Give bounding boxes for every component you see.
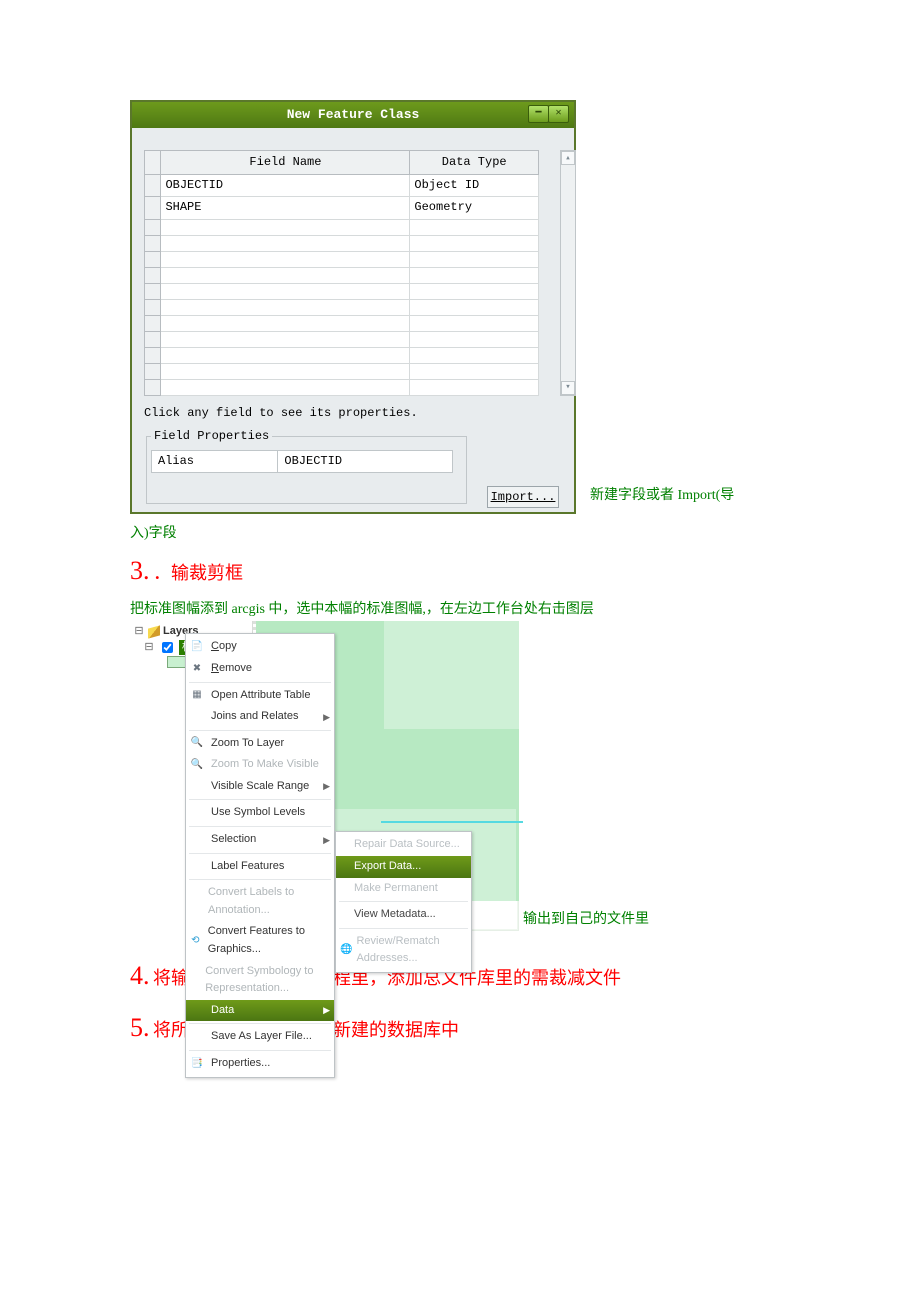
- menu-zoom-make-visible-disabled: 🔍Zoom To Make Visible: [186, 754, 334, 776]
- submenu-export-data[interactable]: Export Data...: [336, 856, 471, 878]
- chevron-right-icon: ▶: [323, 1003, 330, 1017]
- arc-map-context-menu-figure: ⊟ Layers ⊟ 标准图幅 📄Copy ✖Remove ▦Open Attr…: [130, 621, 519, 931]
- fields-grid[interactable]: Field Name Data Type OBJECTID Object ID …: [144, 150, 562, 396]
- dialog-body: Field Name Data Type OBJECTID Object ID …: [132, 128, 574, 512]
- dialog-titlebar: New Feature Class ━ ✕: [132, 102, 574, 128]
- prop-value[interactable]: OBJECTID: [278, 450, 453, 472]
- scroll-up-arrow-icon[interactable]: ▴: [561, 151, 575, 165]
- symbology-swatch[interactable]: [167, 656, 187, 668]
- menu-joins-relates[interactable]: Joins and Relates▶: [186, 706, 334, 728]
- menu-label-features[interactable]: Label Features: [186, 856, 334, 878]
- copy-icon: 📄: [189, 640, 205, 654]
- grid-scrollbar[interactable]: ▴ ▾: [560, 150, 576, 396]
- field-properties-group: Field Properties Alias OBJECTID: [146, 427, 467, 504]
- menu-convert-symbology-disabled: Convert Symbology to Representation...: [186, 961, 334, 1000]
- properties-icon: 📑: [189, 1057, 205, 1071]
- map-selected-feature: [381, 821, 523, 823]
- new-feature-class-dialog: New Feature Class ━ ✕ Field Name Data Ty…: [130, 100, 576, 514]
- step-number: 3.: [130, 556, 150, 585]
- step-title: ．输裁剪框: [153, 563, 243, 583]
- chevron-right-icon: ▶: [323, 779, 330, 793]
- window-controls: ━ ✕: [529, 105, 569, 123]
- field-name-cell[interactable]: SHAPE: [161, 197, 410, 219]
- menu-convert-labels-disabled: Convert Labels to Annotation...: [186, 882, 334, 921]
- col-field-name: Field Name: [161, 151, 410, 175]
- prop-key: Alias: [152, 450, 278, 472]
- step-3-heading: 3. ．输裁剪框: [130, 550, 790, 592]
- menu-save-as-layer-file[interactable]: Save As Layer File...: [186, 1026, 334, 1048]
- step-number: 4.: [130, 961, 150, 990]
- submenu-review-rematch-disabled: 🌐 Review/Rematch Addresses...: [336, 931, 471, 970]
- data-submenu[interactable]: Repair Data Source... Export Data... Mak…: [335, 831, 472, 973]
- col-data-type: Data Type: [410, 151, 539, 175]
- figure-dialog-wrap: New Feature Class ━ ✕ Field Name Data Ty…: [130, 100, 790, 514]
- chevron-right-icon: ▶: [323, 710, 330, 724]
- field-type-cell[interactable]: Object ID: [410, 175, 539, 197]
- minimize-button[interactable]: ━: [528, 105, 549, 123]
- menu-remove[interactable]: ✖Remove: [186, 658, 334, 680]
- click-hint-label: Click any field to see its properties.: [144, 404, 562, 423]
- zoom-icon: 🔍: [189, 736, 205, 750]
- menu-visible-scale-range[interactable]: Visible Scale Range▶: [186, 776, 334, 798]
- dialog-title: New Feature Class: [287, 105, 420, 126]
- field-properties-legend: Field Properties: [151, 427, 272, 446]
- menu-convert-features-to-graphics[interactable]: ⟲Convert Features to Graphics...: [186, 921, 334, 960]
- step-3-note: 把标准图幅添到 arcgis 中，选中本幅的标准图幅,，在左边工作台处右击图层: [130, 598, 790, 622]
- scroll-down-arrow-icon[interactable]: ▾: [561, 381, 575, 395]
- menu-properties[interactable]: 📑Properties...: [186, 1053, 334, 1075]
- chevron-right-icon: ▶: [323, 833, 330, 847]
- table-icon: ▦: [189, 688, 205, 702]
- submenu-repair-data-source-disabled: Repair Data Source...: [336, 834, 471, 856]
- annotation-after-dialog-line2: 入)字段: [130, 522, 790, 546]
- layer-visibility-checkbox[interactable]: [162, 642, 173, 653]
- field-properties-table: Alias OBJECTID: [151, 450, 453, 473]
- submenu-view-metadata[interactable]: View Metadata...: [336, 904, 471, 926]
- step-number: 5.: [130, 1013, 150, 1042]
- field-name-cell[interactable]: OBJECTID: [161, 175, 410, 197]
- menu-zoom-to-layer[interactable]: 🔍Zoom To Layer: [186, 733, 334, 755]
- menu-copy[interactable]: 📄Copy: [186, 636, 334, 658]
- convert-icon: ⟲: [189, 934, 202, 948]
- menu-open-attribute-table[interactable]: ▦Open Attribute Table: [186, 685, 334, 707]
- annotation-after-dialog-inline: 新建字段或者 Import(导: [590, 484, 734, 508]
- annotation-after-img2: 输出到自己的文件里: [523, 908, 649, 932]
- import-button[interactable]: Import...: [487, 486, 559, 508]
- layers-icon: [148, 625, 160, 638]
- menu-use-symbol-levels[interactable]: Use Symbol Levels: [186, 802, 334, 824]
- field-type-cell[interactable]: Geometry: [410, 197, 539, 219]
- close-button[interactable]: ✕: [548, 105, 569, 123]
- remove-icon: ✖: [189, 662, 205, 676]
- menu-selection[interactable]: Selection▶: [186, 829, 334, 851]
- menu-data[interactable]: Data▶: [186, 1000, 334, 1022]
- layer-context-menu[interactable]: 📄Copy ✖Remove ▦Open Attribute Table Join…: [185, 633, 335, 1077]
- submenu-make-permanent-disabled: Make Permanent: [336, 878, 471, 900]
